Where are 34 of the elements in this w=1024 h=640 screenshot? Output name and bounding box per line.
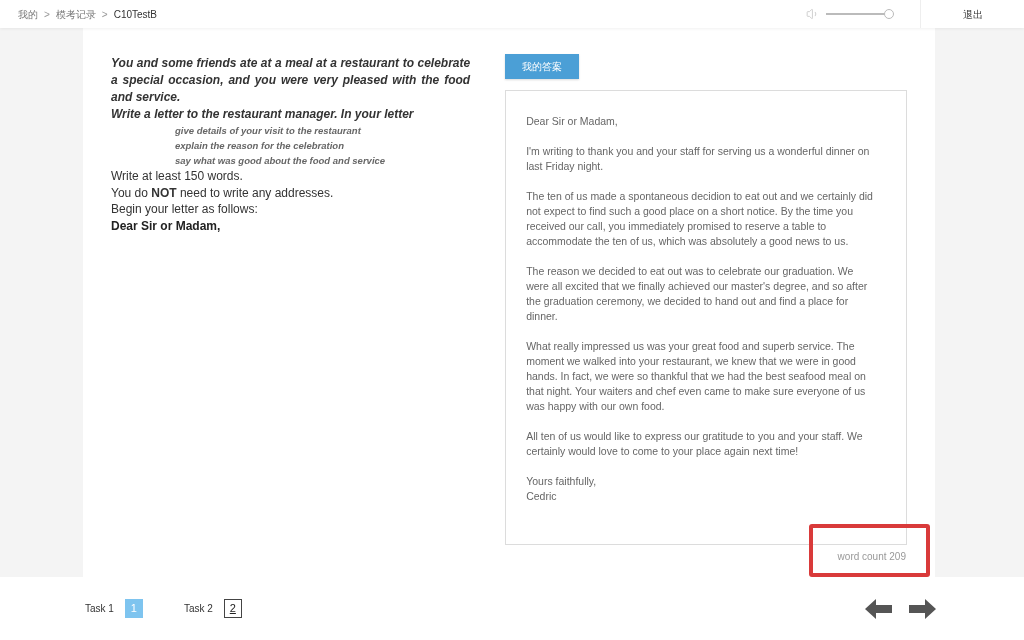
next-button[interactable] — [908, 597, 936, 620]
letter-closing-line: Yours faithfully, — [526, 474, 598, 489]
task-label: Task 2 — [183, 602, 213, 616]
task-point-text: give details of your visit to the restaurant — [175, 124, 362, 138]
salutation-text: Dear Sir or Madam, — [111, 217, 222, 234]
left-arrow-icon — [865, 597, 893, 620]
letter-paragraph: The reason we decided to eat out was to celebrate our graduation. We were all excited that we finally achieved our master's degree, and so after the graduation ceremony, we decided to hand out and find a place for dinner. — [526, 264, 869, 324]
breadcrumb-separator: > — [44, 7, 50, 22]
right-arrow-icon — [908, 597, 936, 620]
task-prompt-text: Write a letter to the restaurant manager. In your letter — [111, 106, 415, 123]
task-label: Task 1 — [85, 602, 114, 616]
breadcrumb-current: C10TestB — [113, 7, 158, 22]
breadcrumb-link[interactable]: 模考记录 — [55, 6, 96, 22]
letter-closing-line: Cedric — [526, 489, 558, 504]
word-count-text: word count 209 — [837, 550, 906, 564]
letter-paragraph: The ten of us made a spontaneous decidion to eat out and we certainly did not expect to find such a good place on a short notice. By the time you received our call, you immediately promised to reserve a table to accommodate the ten of us, which was absolutely a good news to us. — [526, 189, 874, 249]
instruction-text: Begin your letter as follows: — [111, 201, 259, 218]
previous-button[interactable] — [865, 597, 893, 620]
letter-paragraph: What really impressed us was your great food and superb service. The moment we walked into your restaurant, we knew that we were in good hands. In fact, we were so thankful that we had the best seafood meal on that night. Your waiters and chef even came to make sure everyone of us was happy with our own food. — [526, 339, 867, 414]
breadcrumb-link[interactable]: 我的 — [18, 6, 38, 22]
instruction-text: Write at least 150 words. — [111, 168, 244, 185]
task-number-button[interactable]: 2 — [223, 599, 242, 618]
letter-paragraph: I'm writing to thank you and your staff for serving us a wonderful dinner on last Friday night. — [526, 144, 871, 174]
task-point-text: say what was good about the food and service — [175, 154, 387, 168]
letter-paragraph: All ten of us would like to express our gratitude to you and your staff. We certainly would love to come to your place again next time! — [526, 429, 864, 459]
breadcrumb-separator: > — [101, 7, 108, 22]
task-prompt-text: You and some friends ate at a meal at a restaurant to celebrate a special occasion, and you were very pleased with the food and service. — [111, 55, 471, 106]
exit-button[interactable]: 退出 — [962, 6, 983, 22]
volume-slider-thumb[interactable] — [883, 9, 894, 19]
task-point-text: explain the reason for the celebration — [175, 139, 345, 153]
my-answer-tab[interactable]: 我的答案 — [505, 54, 580, 79]
letter-paragraph: Dear Sir or Madam, — [526, 114, 619, 129]
volume-slider-track[interactable] — [826, 8, 892, 20]
instruction-text: You do NOT need to write any addresses. — [111, 184, 335, 201]
